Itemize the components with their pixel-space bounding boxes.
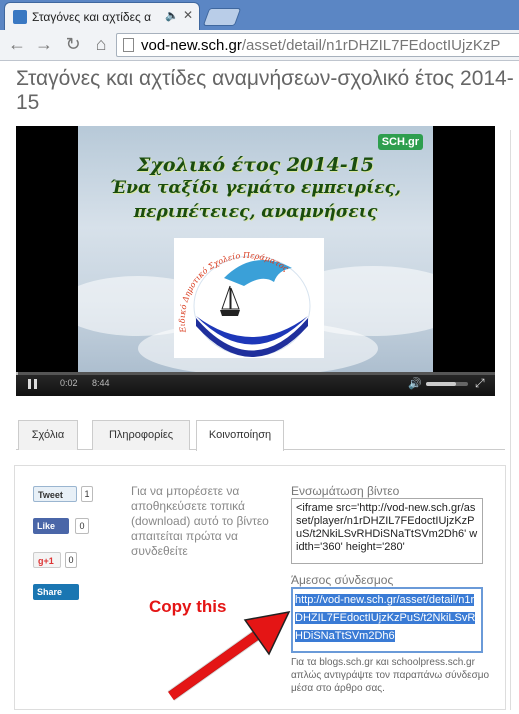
- embed-code-textarea[interactable]: <iframe src='http://vod-new.sch.gr/asset…: [291, 498, 483, 564]
- embed-label: Ενσωμάτωση βίντεο: [291, 484, 400, 498]
- fullscreen-icon[interactable]: ⤢: [475, 376, 485, 391]
- facebook-like-button[interactable]: Like: [33, 518, 69, 534]
- browser-tab-bar: Σταγόνες και αχτίδες α 🔈 ✕: [0, 0, 519, 30]
- site-favicon-icon: [13, 10, 27, 24]
- school-logo-lettering: Ειδικό Δημοτικό Σχολείο Περάματος: [178, 251, 291, 334]
- blog-note: Για τα blogs.sch.gr και schoolpress.sch.…: [291, 657, 490, 694]
- browser-tab[interactable]: Σταγόνες και αχτίδες α 🔈 ✕: [4, 2, 200, 30]
- address-bar[interactable]: vod-new.sch.gr/asset/detail/n1rDHZIL7FEd…: [116, 33, 519, 57]
- browser-tab-title: Σταγόνες και αχτίδες α: [32, 10, 152, 24]
- gplus-count: 0: [65, 552, 77, 568]
- direct-link-textarea[interactable]: http://vod-new.sch.gr/asset/detail/n1rDH…: [291, 587, 483, 653]
- audio-playing-icon: 🔈: [165, 10, 179, 22]
- address-url[interactable]: vod-new.sch.gr/asset/detail/n1rDHZIL7FEd…: [141, 37, 500, 54]
- direct-link-label: Άμεσος σύνδεσμος: [291, 573, 394, 587]
- red-arrow-icon: [167, 611, 291, 701]
- video-progress-fill: [16, 372, 18, 375]
- home-icon[interactable]: ⌂: [90, 34, 112, 55]
- back-arrow-icon[interactable]: ←: [6, 34, 28, 55]
- reload-icon[interactable]: ↻: [62, 34, 84, 55]
- browser-toolbar: ← → ↻ ⌂ vod-new.sch.gr/asset/detail/n1rD…: [0, 30, 519, 61]
- tab-share[interactable]: Κοινοποίηση: [196, 420, 284, 451]
- video-player[interactable]: SCH.gr Σχολικό έτος 2014-15 Ένα ταξίδι γ…: [16, 126, 495, 396]
- video-controls: 0:02 8:44 🔊 ⤢: [16, 372, 495, 396]
- tab-info[interactable]: Πληροφορίες: [92, 420, 190, 450]
- svg-text:Ειδικό Δημοτικό Σχολείο Περάμα: Ειδικό Δημοτικό Σχολείο Περάματος: [178, 251, 291, 334]
- like-count: 0: [75, 518, 89, 534]
- tab-comments[interactable]: Σχόλια: [18, 420, 78, 450]
- close-tab-icon[interactable]: ✕: [183, 8, 193, 22]
- volume-slider[interactable]: [426, 382, 468, 386]
- linkedin-share-button[interactable]: Share: [33, 584, 79, 600]
- video-time-total: 8:44: [92, 378, 110, 388]
- video-progress-bar[interactable]: [16, 372, 495, 375]
- page-icon: [123, 38, 134, 52]
- google-plus-button[interactable]: g+1: [33, 552, 61, 568]
- new-tab-button[interactable]: [202, 8, 242, 26]
- direct-link-text[interactable]: http://vod-new.sch.gr/asset/detail/n1rDH…: [295, 594, 476, 642]
- volume-icon[interactable]: 🔊: [408, 377, 422, 390]
- share-panel: Tweet 1 Like 0 g+1 0 Share Για να μπορέσ…: [14, 465, 506, 710]
- pause-icon[interactable]: [28, 379, 38, 389]
- page-title: Σταγόνες και αχτίδες αναμνήσεων-σχολικό …: [16, 67, 514, 114]
- forward-arrow-icon[interactable]: →: [33, 34, 55, 55]
- download-login-note: Για να μπορέσετε να αποθηκεύσετε τοπικά …: [131, 484, 269, 558]
- sidebar-divider: [510, 130, 511, 710]
- content-tabs: Σχόλια Πληροφορίες Κοινοποίηση: [16, 420, 505, 451]
- video-time-current: 0:02: [60, 378, 78, 388]
- tweet-count: 1: [81, 486, 93, 502]
- video-frame[interactable]: SCH.gr Σχολικό έτος 2014-15 Ένα ταξίδι γ…: [78, 126, 433, 381]
- tweet-button[interactable]: Tweet: [33, 486, 77, 502]
